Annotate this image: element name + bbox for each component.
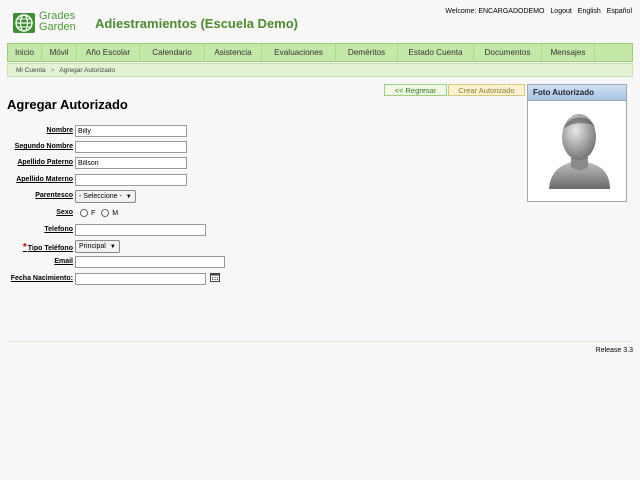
top-links: Welcome: ENCARGADODEMO Logout English Es… — [441, 8, 632, 15]
tipo-telefono-label-text: Tipo Teléfono — [27, 245, 73, 252]
sexo-m-label: M — [112, 209, 119, 217]
photo-panel: Foto Autorizado — [527, 84, 627, 202]
apellido-materno-field[interactable] — [75, 174, 187, 186]
nav-item-documentos[interactable]: Documentos — [474, 44, 542, 61]
tipo-telefono-label: *Tipo Teléfono — [7, 242, 73, 253]
app-title: Adiestramientos (Escuela Demo) — [95, 16, 299, 31]
nav-item-ano-escolar[interactable]: Año Escolar — [77, 44, 140, 61]
breadcrumb: Mi Cuenta > Agregar Autorizado — [7, 63, 633, 77]
email-label: Email — [54, 258, 73, 265]
english-link[interactable]: English — [578, 8, 601, 15]
telefono-label: Telefono — [44, 226, 73, 233]
parentesco-selected-value: - Seleccione - — [79, 193, 122, 200]
fecha-nacimiento-label: Fecha Nacimiento: — [10, 275, 73, 282]
nav-item-calendario[interactable]: Calendario — [140, 44, 205, 61]
page-title: Agregar Autorizado — [7, 97, 128, 112]
espanol-link[interactable]: Español — [607, 8, 632, 15]
apellido-paterno-field[interactable] — [75, 157, 187, 169]
nav-item-inicio[interactable]: Inicio — [8, 44, 42, 61]
globe-logo-icon — [13, 13, 35, 33]
nav-item-movil[interactable]: Móvil — [42, 44, 77, 61]
sexo-f-label: F — [91, 209, 96, 217]
calendar-icon[interactable] — [210, 273, 220, 282]
footer-divider — [7, 341, 633, 342]
photo-panel-title: Foto Autorizado — [528, 85, 626, 101]
nav-item-evaluaciones[interactable]: Evaluaciones — [262, 44, 336, 61]
logout-link[interactable]: Logout — [550, 8, 571, 15]
apellido-paterno-label: Apellido Paterno — [17, 159, 73, 166]
required-asterisk: * — [22, 242, 27, 253]
email-field[interactable] — [75, 256, 225, 268]
breadcrumb-mi-cuenta[interactable]: Mi Cuenta — [16, 67, 46, 74]
logo-wordmark: Grades Garden — [39, 11, 76, 33]
back-button[interactable]: << Regresar — [384, 84, 447, 96]
release-version: Release 3.3 — [595, 347, 633, 354]
breadcrumb-separator: > — [50, 66, 55, 74]
telefono-field[interactable] — [75, 224, 206, 236]
sexo-radio-group: F M — [80, 209, 124, 217]
segundo-nombre-field[interactable] — [75, 141, 187, 153]
breadcrumb-current: Agregar Autorizado — [59, 66, 116, 74]
tipo-telefono-selected-value: Principal — [79, 243, 106, 250]
nav-item-mensajes[interactable]: Mensajes — [542, 44, 595, 61]
nav-item-asistencia[interactable]: Asistencia — [205, 44, 262, 61]
apellido-materno-label: Apellido Materno — [16, 176, 73, 183]
avatar-placeholder-icon[interactable] — [544, 107, 614, 191]
sexo-label: Sexo — [56, 209, 73, 216]
nombre-field[interactable] — [75, 125, 187, 137]
logo-line2: Garden — [39, 21, 76, 33]
parentesco-select[interactable]: - Seleccione - ▼ — [75, 190, 136, 203]
sexo-f-radio[interactable] — [80, 209, 88, 217]
grades-garden-logo[interactable]: Grades Garden — [12, 11, 80, 35]
create-authorized-button[interactable]: Crear Autorizado — [448, 84, 525, 96]
chevron-down-icon: ▼ — [125, 193, 132, 200]
sexo-m-radio[interactable] — [101, 209, 110, 217]
welcome-text: Welcome: ENCARGADODEMO — [445, 8, 545, 15]
segundo-nombre-label: Segundo Nombre — [14, 143, 73, 150]
nombre-label: Nombre — [46, 127, 73, 134]
nav-item-estado-cuenta[interactable]: Estado Cuenta — [398, 44, 474, 61]
parentesco-label: Parentesco — [35, 192, 73, 199]
main-nav: Inicio Móvil Año Escolar Calendario Asis… — [7, 43, 633, 62]
tipo-telefono-select[interactable]: Principal ▼ — [75, 240, 120, 253]
chevron-down-icon: ▼ — [109, 243, 116, 250]
fecha-nacimiento-field[interactable] — [75, 273, 206, 285]
nav-item-demeritos[interactable]: Deméritos — [336, 44, 398, 61]
